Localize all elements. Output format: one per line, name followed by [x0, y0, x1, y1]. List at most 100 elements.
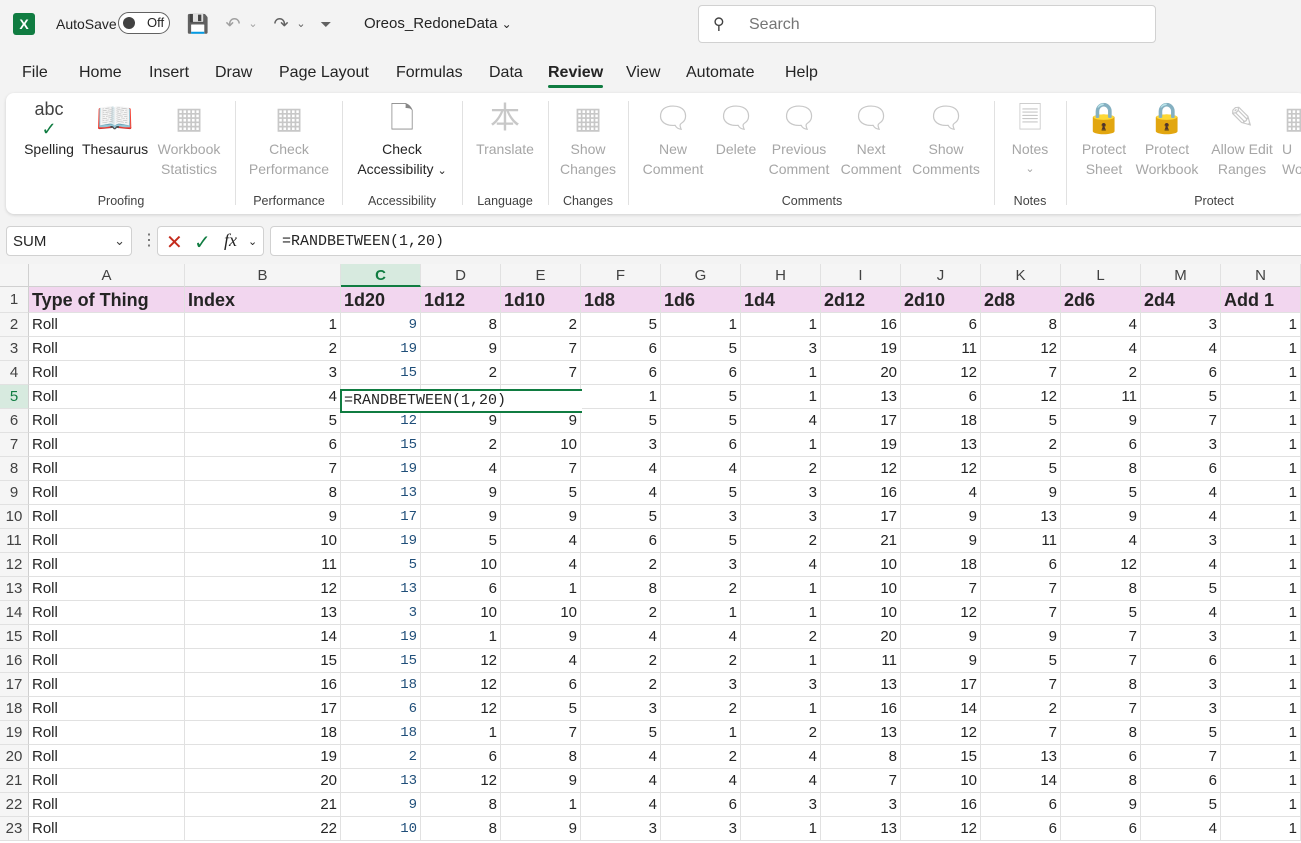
cell[interactable]: 6 [1061, 433, 1141, 457]
cell[interactable]: 1 [741, 601, 821, 625]
column-header-e[interactable]: E [501, 264, 581, 287]
cell[interactable]: 12 [421, 697, 501, 721]
cell[interactable]: 13 [901, 433, 981, 457]
cell[interactable]: 1 [1221, 457, 1301, 481]
column-header-a[interactable]: A [29, 264, 185, 287]
cell[interactable]: 6 [901, 313, 981, 337]
cell[interactable]: 4 [501, 649, 581, 673]
cell[interactable]: 6 [661, 433, 741, 457]
cell[interactable]: 9 [421, 337, 501, 361]
cell[interactable]: 8 [501, 745, 581, 769]
row-header[interactable]: 10 [0, 505, 29, 529]
cell[interactable]: Roll [29, 745, 185, 769]
cell[interactable]: 6 [421, 745, 501, 769]
cell[interactable]: 7 [821, 769, 901, 793]
cell[interactable]: 1 [1221, 625, 1301, 649]
cell[interactable]: 1 [1221, 697, 1301, 721]
tab-draw[interactable]: Draw [215, 64, 252, 82]
header-cell[interactable]: 2d4 [1141, 287, 1221, 313]
cell[interactable]: 13 [821, 673, 901, 697]
show-changes-button[interactable]: ▦ Show Changes [556, 99, 620, 179]
cell[interactable]: 7 [501, 457, 581, 481]
cell[interactable]: 9 [421, 481, 501, 505]
translate-button[interactable]: 本 Translate [470, 99, 540, 159]
cell[interactable]: Roll [29, 577, 185, 601]
allow-edit-ranges-button[interactable]: ✎ Allow Edit Ranges [1202, 99, 1282, 179]
cell[interactable]: 4 [581, 745, 661, 769]
cell[interactable]: 1 [1221, 553, 1301, 577]
cell[interactable]: 5 [421, 529, 501, 553]
cell[interactable]: 2 [661, 697, 741, 721]
cell[interactable]: 5 [981, 409, 1061, 433]
select-all-corner[interactable] [0, 264, 29, 287]
cell[interactable]: 2 [581, 673, 661, 697]
cell[interactable]: 1 [1221, 769, 1301, 793]
cell[interactable]: 14 [981, 769, 1061, 793]
cell[interactable]: 10 [341, 817, 421, 841]
cell[interactable]: 2 [741, 721, 821, 745]
cell[interactable]: 2 [661, 577, 741, 601]
save-icon[interactable]: 💾 [185, 11, 211, 37]
show-comments-button[interactable]: 🗨 Show Comments [908, 99, 984, 179]
cell[interactable]: 12 [981, 337, 1061, 361]
check-performance-button[interactable]: ▦ Check Performance [246, 99, 332, 179]
cell[interactable]: 9 [501, 769, 581, 793]
column-header-m[interactable]: M [1141, 264, 1221, 287]
row-header[interactable]: 5 [0, 385, 29, 409]
column-header-g[interactable]: G [661, 264, 741, 287]
cell[interactable]: 13 [341, 481, 421, 505]
cell[interactable]: Roll [29, 649, 185, 673]
cell[interactable]: 11 [1061, 385, 1141, 409]
cell[interactable]: 9 [1061, 409, 1141, 433]
cell[interactable]: 20 [185, 769, 341, 793]
cell[interactable]: 5 [501, 697, 581, 721]
next-comment-button[interactable]: 🗨 Next Comment [838, 99, 904, 179]
tab-automate[interactable]: Automate [686, 64, 754, 82]
cell[interactable]: 3 [661, 505, 741, 529]
cell[interactable]: 13 [981, 505, 1061, 529]
cell[interactable]: 4 [1141, 481, 1221, 505]
cell[interactable]: 1 [1221, 817, 1301, 841]
autosave-toggle[interactable]: Off [118, 12, 170, 34]
cell[interactable]: 6 [1141, 457, 1221, 481]
cell[interactable]: 21 [821, 529, 901, 553]
cell[interactable]: 6 [981, 793, 1061, 817]
cell[interactable]: 4 [1061, 529, 1141, 553]
cell[interactable]: 7 [185, 457, 341, 481]
tab-insert[interactable]: Insert [149, 64, 189, 82]
cell[interactable]: 4 [1141, 817, 1221, 841]
cell[interactable]: 16 [821, 313, 901, 337]
cell[interactable]: 1 [741, 817, 821, 841]
row-header[interactable]: 8 [0, 457, 29, 481]
cell[interactable]: 6 [1141, 769, 1221, 793]
cell[interactable]: 3 [1141, 313, 1221, 337]
enter-icon[interactable]: ✓ [194, 230, 211, 255]
new-comment-button[interactable]: 🗨 New Comment [640, 99, 706, 179]
cell[interactable]: 1 [661, 721, 741, 745]
cell[interactable]: 4 [901, 481, 981, 505]
search-box[interactable]: ⚲ [698, 5, 1156, 43]
cell[interactable]: 17 [341, 505, 421, 529]
row-header[interactable]: 17 [0, 673, 29, 697]
cell[interactable]: 8 [1061, 721, 1141, 745]
column-header-f[interactable]: F [581, 264, 661, 287]
cell[interactable]: 5 [661, 529, 741, 553]
cell[interactable]: 16 [901, 793, 981, 817]
row-header[interactable]: 13 [0, 577, 29, 601]
cell[interactable]: 12 [421, 649, 501, 673]
cell[interactable]: Roll [29, 721, 185, 745]
cell[interactable]: 7 [1141, 409, 1221, 433]
cell[interactable]: 9 [421, 505, 501, 529]
cell[interactable]: 6 [581, 361, 661, 385]
cell[interactable]: 4 [501, 553, 581, 577]
cell[interactable]: 6 [581, 337, 661, 361]
cell[interactable]: 1 [661, 313, 741, 337]
cell[interactable]: 5 [1141, 385, 1221, 409]
cell[interactable]: 2 [741, 625, 821, 649]
cell[interactable]: 5 [661, 409, 741, 433]
cell[interactable]: Roll [29, 457, 185, 481]
cell[interactable]: 5 [1141, 721, 1221, 745]
cell[interactable]: 11 [981, 529, 1061, 553]
cell[interactable]: 5 [661, 385, 741, 409]
cell[interactable]: 9 [185, 505, 341, 529]
